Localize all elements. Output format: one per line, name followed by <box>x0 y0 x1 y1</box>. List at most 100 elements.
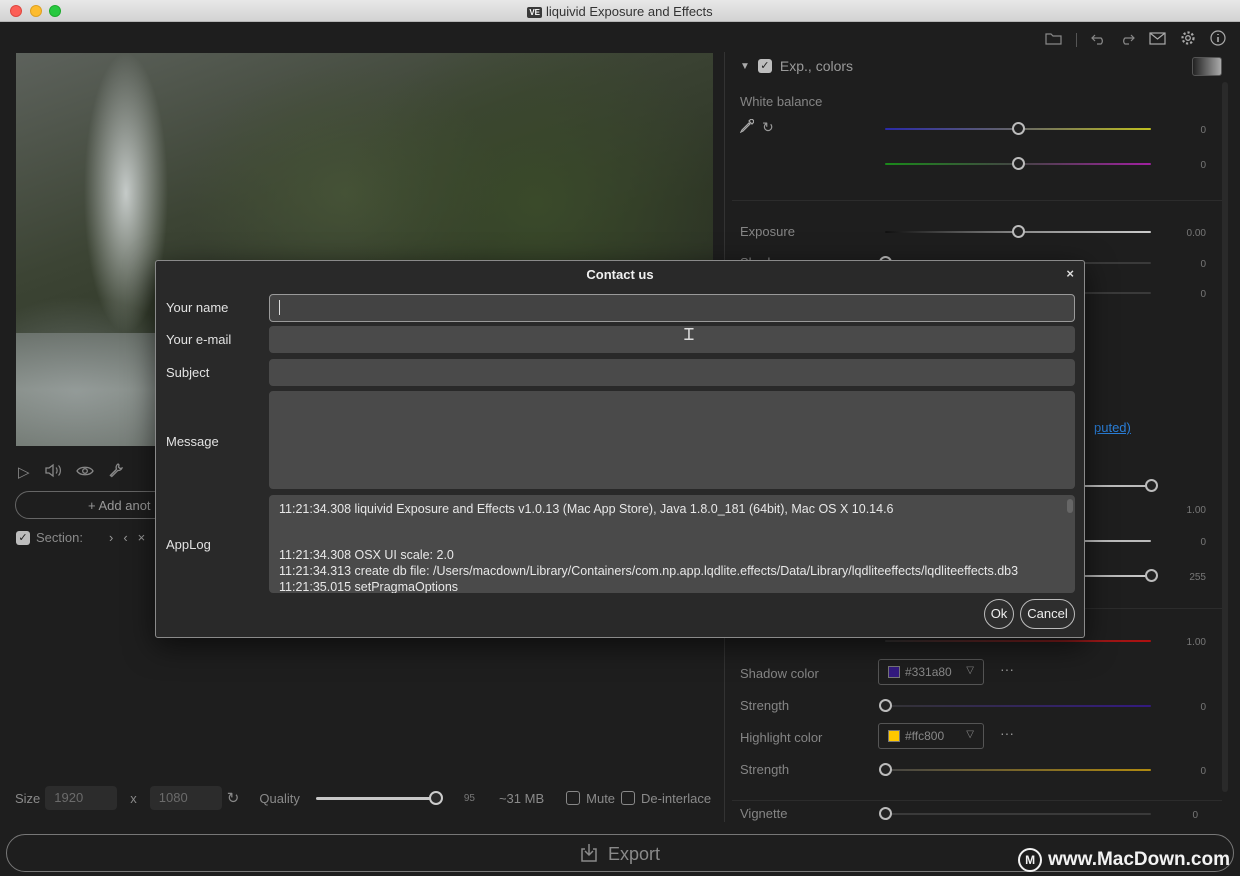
highlight-strength-value: 0 <box>1200 766 1206 777</box>
output-settings-row: Size 1920 x 1080 ↻ Quality 95 ~31 MB Mut… <box>15 786 711 810</box>
applog-scrollbar[interactable] <box>1067 499 1073 513</box>
highlight-color-label: Highlight color <box>740 730 823 745</box>
shadow-strength-slider[interactable] <box>879 699 1151 713</box>
slider-c-knob[interactable] <box>1145 569 1158 582</box>
reset-size-icon[interactable]: ↻ <box>227 789 240 807</box>
mail-icon[interactable] <box>1149 31 1166 49</box>
highlight-color-picker[interactable]: #ffc800 ▽ <box>878 723 984 749</box>
watermark: M www.MacDown.com <box>1018 848 1230 872</box>
applog-line: 11:21:34.308 OSX UI scale: 2.0 <box>279 548 454 562</box>
deinterlace-checkbox[interactable] <box>621 791 636 805</box>
name-label: Your name <box>166 300 229 315</box>
wb-temperature-slider[interactable] <box>885 122 1151 136</box>
slider-c-value: 255 <box>1189 572 1206 583</box>
collapse-triangle-icon[interactable]: ▼ <box>740 61 750 72</box>
chevron-down-icon: ▽ <box>966 665 974 676</box>
next-section-icon[interactable]: › <box>109 530 113 545</box>
wb-tint-value: 0 <box>1200 160 1206 171</box>
undo-icon[interactable] <box>1091 32 1106 49</box>
size-separator: x <box>130 790 137 806</box>
section-label: Section: <box>36 530 83 545</box>
exposure-label: Exposure <box>740 224 795 239</box>
applog-textarea[interactable]: 11:21:34.308 liquivid Exposure and Effec… <box>269 495 1075 593</box>
quality-slider-track <box>315 797 442 800</box>
shadow-strength-knob[interactable] <box>879 699 892 712</box>
exp-colors-section-header[interactable]: ▼ ✓ Exp., colors <box>740 58 853 74</box>
close-icon[interactable]: × <box>1066 266 1074 281</box>
shadow-color-swatch <box>888 666 900 678</box>
wb-tint-knob[interactable] <box>1012 157 1025 170</box>
ok-button[interactable]: Ok <box>984 599 1014 629</box>
exposure-knob[interactable] <box>1012 225 1025 238</box>
shadow-color-picker[interactable]: #331a80 ▽ <box>878 659 984 685</box>
watermark-text: www.MacDown.com <box>1048 849 1230 870</box>
slider-a-knob[interactable] <box>1145 479 1158 492</box>
panel-scrollbar[interactable] <box>1222 82 1228 792</box>
message-textarea[interactable] <box>269 391 1075 489</box>
wb-tint-slider[interactable] <box>885 157 1151 171</box>
cancel-button[interactable]: Cancel <box>1020 599 1075 629</box>
shadow-strength-label: Strength <box>740 698 790 713</box>
wb-temperature-knob[interactable] <box>1012 122 1025 135</box>
name-field[interactable] <box>269 294 1075 322</box>
title-bar: VE liquivid Exposure and Effects <box>0 0 1240 22</box>
highlight-strength-slider[interactable] <box>879 763 1151 777</box>
play-icon[interactable]: ▷ <box>18 463 30 481</box>
exposure-slider[interactable] <box>885 225 1151 239</box>
shadow-strength-track <box>885 705 1151 707</box>
window-title: VE liquivid Exposure and Effects <box>0 4 1240 19</box>
reset-white-balance-icon[interactable]: ↻ <box>762 119 774 138</box>
vignette-knob[interactable] <box>879 807 892 820</box>
quality-slider[interactable] <box>315 791 443 805</box>
redo-icon[interactable] <box>1120 32 1135 49</box>
prev-section-icon[interactable]: ‹ <box>123 530 127 545</box>
exp-colors-checkbox[interactable]: ✓ <box>757 59 772 73</box>
shadow-strength-value: 0 <box>1200 702 1206 713</box>
contact-us-dialog: Contact us × Your name Your e-mail Ꮖ Sub… <box>155 260 1085 638</box>
dialog-title: Contact us <box>586 267 654 282</box>
subject-field[interactable] <box>269 359 1075 386</box>
shadow-color-more-button[interactable]: ··· <box>1000 661 1014 677</box>
info-icon[interactable] <box>1210 30 1226 50</box>
gradient-preset-swatch[interactable] <box>1192 57 1222 76</box>
vignette-value: 0 <box>1192 810 1198 821</box>
vignette-slider[interactable] <box>879 807 1151 821</box>
mute-checkbox[interactable] <box>566 791 581 805</box>
volume-icon[interactable] <box>44 463 62 482</box>
shadow-color-label: Shadow color <box>740 666 819 681</box>
slider-b-value: 0 <box>1200 537 1206 548</box>
highlight-strength-knob[interactable] <box>879 763 892 776</box>
wrench-icon[interactable] <box>108 462 124 482</box>
applog-line: 11:21:34.308 liquivid Exposure and Effec… <box>279 502 894 516</box>
highlight-color-value: #ffc800 <box>905 729 945 743</box>
remove-section-icon[interactable]: × <box>138 530 146 545</box>
file-size-estimate: ~31 MB <box>498 790 545 806</box>
eye-icon[interactable] <box>75 464 94 481</box>
gear-icon[interactable] <box>1180 30 1196 50</box>
computed-link[interactable]: puted) <box>1094 420 1131 435</box>
highlight-strength-label: Strength <box>740 762 790 777</box>
section-checkbox[interactable]: ✓ <box>16 530 30 545</box>
section-title: Exp., colors <box>779 58 854 74</box>
applog-line: 11:21:34.313 create db file: /Users/macd… <box>279 564 1019 578</box>
slider-a-value: 1.00 <box>1186 505 1206 516</box>
watermark-logo: M <box>1018 848 1043 872</box>
player-controls: ▷ <box>18 462 124 482</box>
top-toolbar <box>1045 30 1226 50</box>
eyedropper-icon[interactable] <box>739 118 755 138</box>
width-input[interactable]: 1920 <box>45 786 118 810</box>
slider-d-value: 1.00 <box>1186 637 1206 648</box>
app-icon: VE <box>527 7 542 18</box>
height-input[interactable]: 1080 <box>149 786 222 810</box>
quality-slider-knob[interactable] <box>428 791 443 805</box>
export-icon <box>580 843 598 867</box>
quality-value: 95 <box>463 792 475 804</box>
email-field[interactable] <box>269 326 1075 353</box>
white-balance-label: White balance <box>740 94 823 109</box>
applog-blank <box>279 517 1065 547</box>
folder-icon[interactable] <box>1045 32 1062 49</box>
text-caret <box>279 300 280 315</box>
quality-label: Quality <box>259 790 300 806</box>
highlight-color-swatch <box>888 730 900 742</box>
highlight-color-more-button[interactable]: ··· <box>1000 725 1014 741</box>
